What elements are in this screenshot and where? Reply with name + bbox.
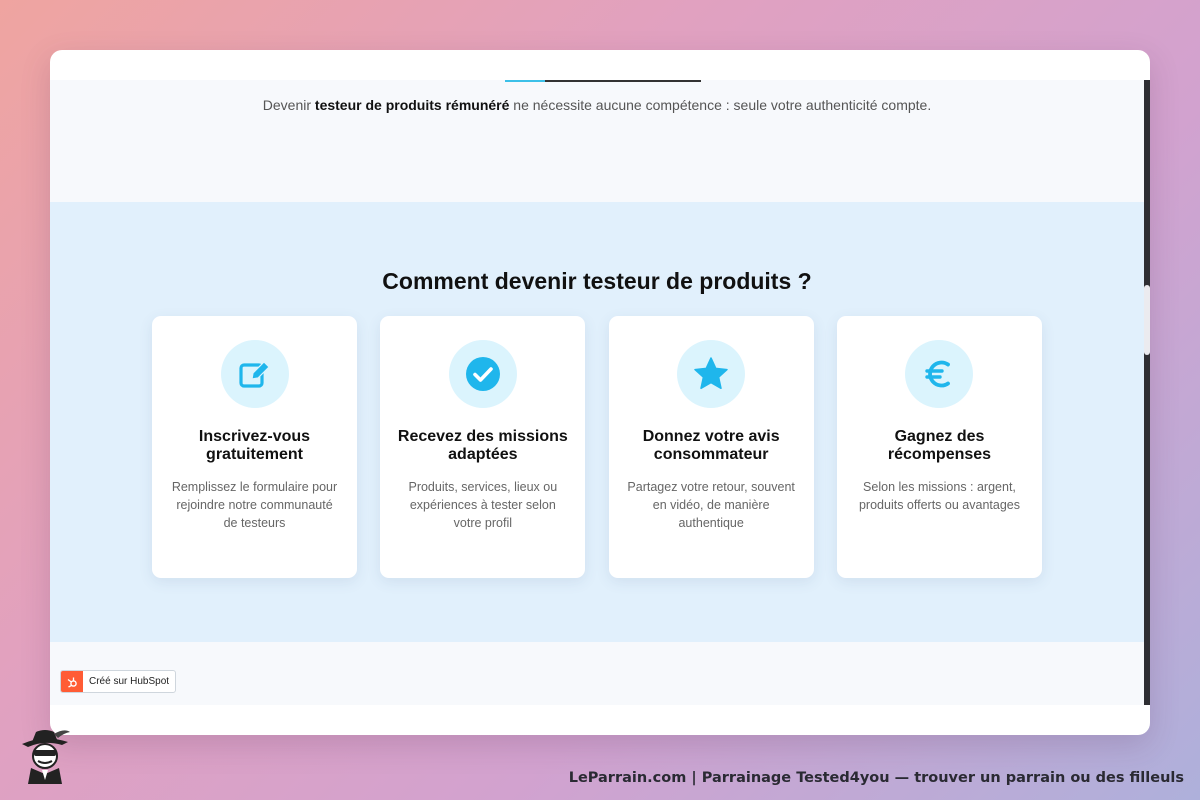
euro-icon — [905, 340, 974, 408]
step-card-signup: Inscrivez-vous gratuitement Remplissez l… — [152, 316, 357, 578]
edit-icon — [220, 340, 289, 408]
footer-caption: LeParrain.com | Parrainage Tested4you — … — [568, 770, 1184, 786]
hubspot-label: Créé sur HubSpot — [89, 676, 170, 687]
section-divider — [505, 80, 701, 82]
step-card-rewards: Gagnez des récompenses Selon les mission… — [836, 316, 1042, 578]
step-description: Produits, services, lieux ou expériences… — [408, 480, 558, 530]
step-title: Recevez des missions adaptées — [397, 428, 568, 463]
section-title: Comment devenir testeur de produits ? — [382, 268, 812, 294]
intro-section: Devenir testeur de produits rémunéré ne … — [50, 80, 1144, 202]
intro-bold: testeur de produits rémunéré — [314, 97, 510, 113]
intro-suffix: ne nécessite aucune compétence : seule v… — [509, 97, 932, 113]
mascot-logo-icon — [22, 730, 70, 784]
step-title: Gagnez des récompenses — [887, 428, 992, 463]
intro-text: Devenir testeur de produits rémunéré ne … — [50, 97, 1144, 113]
browser-window: Devenir testeur de produits rémunéré ne … — [50, 50, 1150, 735]
step-title: Inscrivez-vous gratuitement — [198, 428, 311, 463]
step-title: Donnez votre avis consommateur — [642, 428, 780, 463]
star-icon — [677, 340, 746, 408]
check-circle-icon — [448, 340, 517, 408]
step-card-review: Donnez votre avis consommateur Partagez … — [608, 316, 814, 578]
step-card-missions: Recevez des missions adaptées Produits, … — [380, 316, 586, 578]
bottom-section — [50, 642, 1144, 705]
how-it-works-section: Comment devenir testeur de produits ? In… — [50, 202, 1144, 642]
steps-cards: Inscrivez-vous gratuitement Remplissez l… — [152, 316, 1042, 578]
hubspot-logo-icon — [61, 671, 83, 692]
step-description: Partagez votre retour, souvent en vidéo,… — [627, 480, 795, 530]
hubspot-badge[interactable]: Créé sur HubSpot — [60, 670, 177, 693]
scrollbar-thumb[interactable] — [1144, 285, 1150, 355]
scrollbar[interactable] — [1144, 80, 1150, 705]
step-description: Selon les missions : argent, produits of… — [858, 480, 1020, 512]
step-description: Remplissez le formulaire pour rejoindre … — [171, 480, 338, 530]
intro-prefix: Devenir — [262, 97, 315, 113]
